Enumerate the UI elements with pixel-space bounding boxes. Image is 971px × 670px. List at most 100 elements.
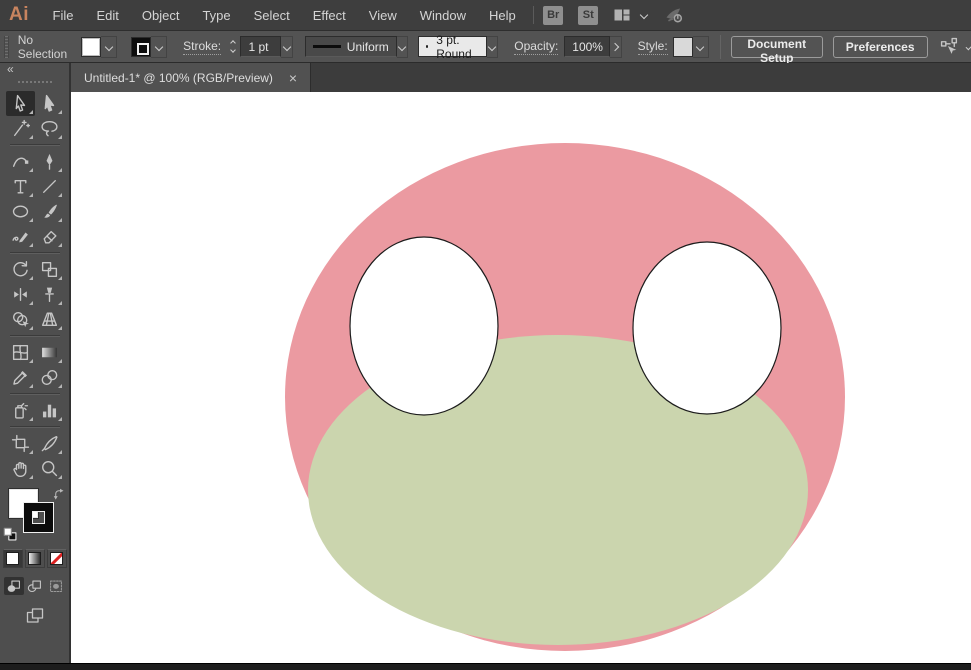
column-graph-tool[interactable] [35, 398, 64, 423]
menu-effect[interactable]: Effect [301, 8, 357, 23]
fill-stroke-indicator [2, 487, 68, 542]
fill-swatch[interactable] [81, 37, 101, 57]
tool-flyout-indicator [58, 276, 62, 280]
menu-edit[interactable]: Edit [85, 8, 130, 23]
direct-selection-tool[interactable] [35, 91, 64, 116]
perspective-grid-tool[interactable] [35, 307, 64, 332]
menu-type[interactable]: Type [191, 8, 242, 23]
left-eye[interactable] [350, 237, 498, 415]
tool-flyout-indicator [58, 326, 62, 330]
width-profile-dropdown[interactable]: Uniform [305, 36, 397, 57]
stepper-up-icon[interactable] [230, 40, 236, 46]
gradient-button[interactable] [25, 549, 45, 568]
paintbrush-tool[interactable] [35, 199, 64, 224]
stroke-panel-link[interactable]: Stroke: [183, 39, 221, 55]
controlbar-divider [720, 35, 721, 59]
style-swatch[interactable] [673, 37, 693, 57]
stroke-color-well[interactable] [24, 503, 53, 532]
stepper-down-icon[interactable] [230, 47, 236, 53]
artboard-svg[interactable] [71, 92, 969, 663]
tool-flyout-indicator [58, 135, 62, 139]
slice-tool[interactable] [35, 431, 64, 456]
none-button[interactable] [47, 549, 67, 568]
draw-behind-button[interactable] [25, 577, 45, 595]
stroke-weight-stepper[interactable] [229, 41, 237, 52]
menu-view[interactable]: View [357, 8, 408, 23]
type-tool[interactable] [6, 174, 35, 199]
tool-group [6, 340, 64, 390]
artboard-tool[interactable] [6, 431, 35, 456]
eraser-tool[interactable] [35, 224, 64, 249]
menu-window[interactable]: Window [408, 8, 477, 23]
hand-tool[interactable] [6, 456, 35, 481]
opacity-expand-button[interactable] [610, 36, 621, 58]
fill-color-dropdown[interactable] [81, 36, 117, 58]
selection-status: No Selection [18, 33, 67, 61]
select-similar-icon[interactable] [940, 37, 959, 56]
workspace-switcher-icon[interactable] [613, 6, 631, 24]
style-dropdown[interactable] [673, 36, 709, 58]
pen-tool[interactable] [35, 149, 64, 174]
shaper-tool[interactable] [6, 224, 35, 249]
puppet-warp-tool[interactable] [35, 282, 64, 307]
stroke-weight-chevron-button[interactable] [281, 36, 292, 58]
control-bar-grip[interactable] [4, 36, 9, 58]
stroke-chevron-button[interactable] [151, 36, 167, 58]
change-screen-mode-button[interactable] [23, 607, 47, 627]
menu-help[interactable]: Help [477, 8, 527, 23]
zoom-tool[interactable] [35, 456, 64, 481]
menu-file[interactable]: File [41, 8, 85, 23]
workspace-chevron-icon[interactable] [640, 11, 648, 19]
selection-tool[interactable] [6, 91, 35, 116]
symbol-sprayer-tool[interactable] [6, 398, 35, 423]
line-segment-tool[interactable] [35, 174, 64, 199]
width-tool[interactable] [6, 282, 35, 307]
menu-select[interactable]: Select [242, 8, 301, 23]
color-button[interactable] [3, 549, 23, 568]
brush-dropdown[interactable]: 3 pt. Round [418, 36, 487, 57]
gradient-tool[interactable] [35, 340, 64, 365]
tool-flyout-indicator [29, 168, 33, 172]
ellipse-tool[interactable] [6, 199, 35, 224]
tool-flyout-indicator [29, 243, 33, 247]
width-profile-preview [313, 45, 341, 48]
tab-close-icon[interactable]: × [289, 71, 297, 85]
mesh-tool[interactable] [6, 340, 35, 365]
artboard-canvas[interactable] [71, 92, 971, 663]
menu-object[interactable]: Object [130, 8, 191, 23]
brush-chevron-button[interactable] [487, 36, 498, 58]
preferences-button[interactable]: Preferences [833, 36, 928, 58]
right-eye[interactable] [633, 242, 781, 414]
stroke-swatch[interactable] [131, 37, 151, 57]
tool-flyout-indicator [29, 359, 33, 363]
style-chevron-button[interactable] [693, 36, 709, 58]
blend-tool[interactable] [35, 365, 64, 390]
document-tab[interactable]: Untitled-1* @ 100% (RGB/Preview) × [71, 63, 311, 92]
curvature-tool[interactable] [6, 149, 35, 174]
stroke-weight-field[interactable]: 1 pt [240, 36, 281, 57]
draw-normal-button[interactable] [4, 577, 24, 595]
tools-collapse-button[interactable]: « [0, 63, 69, 78]
opacity-field[interactable]: 100% [564, 36, 610, 57]
tool-flyout-indicator [29, 193, 33, 197]
tool-grid [6, 91, 64, 481]
width-profile-chevron-button[interactable] [397, 36, 408, 58]
lasso-tool[interactable] [35, 116, 64, 141]
swap-fill-stroke-icon[interactable] [53, 488, 67, 502]
document-setup-button[interactable]: Document Setup [731, 36, 823, 58]
magic-wand-tool[interactable] [6, 116, 35, 141]
eyedropper-tool[interactable] [6, 365, 35, 390]
scale-tool[interactable] [35, 257, 64, 282]
default-fill-stroke-icon[interactable] [3, 527, 18, 542]
stock-button[interactable]: St [578, 6, 598, 25]
fill-chevron-button[interactable] [101, 36, 117, 58]
bridge-button[interactable]: Br [543, 6, 563, 25]
stroke-color-dropdown[interactable] [131, 36, 167, 58]
shape-builder-tool[interactable] [6, 307, 35, 332]
draw-inside-button[interactable] [46, 577, 66, 595]
gpu-performance-icon[interactable] [665, 6, 683, 24]
opacity-panel-link[interactable]: Opacity: [514, 39, 558, 55]
rotate-tool[interactable] [6, 257, 35, 282]
select-similar-chevron-icon[interactable] [965, 43, 971, 50]
tools-panel-grip[interactable] [18, 81, 52, 86]
